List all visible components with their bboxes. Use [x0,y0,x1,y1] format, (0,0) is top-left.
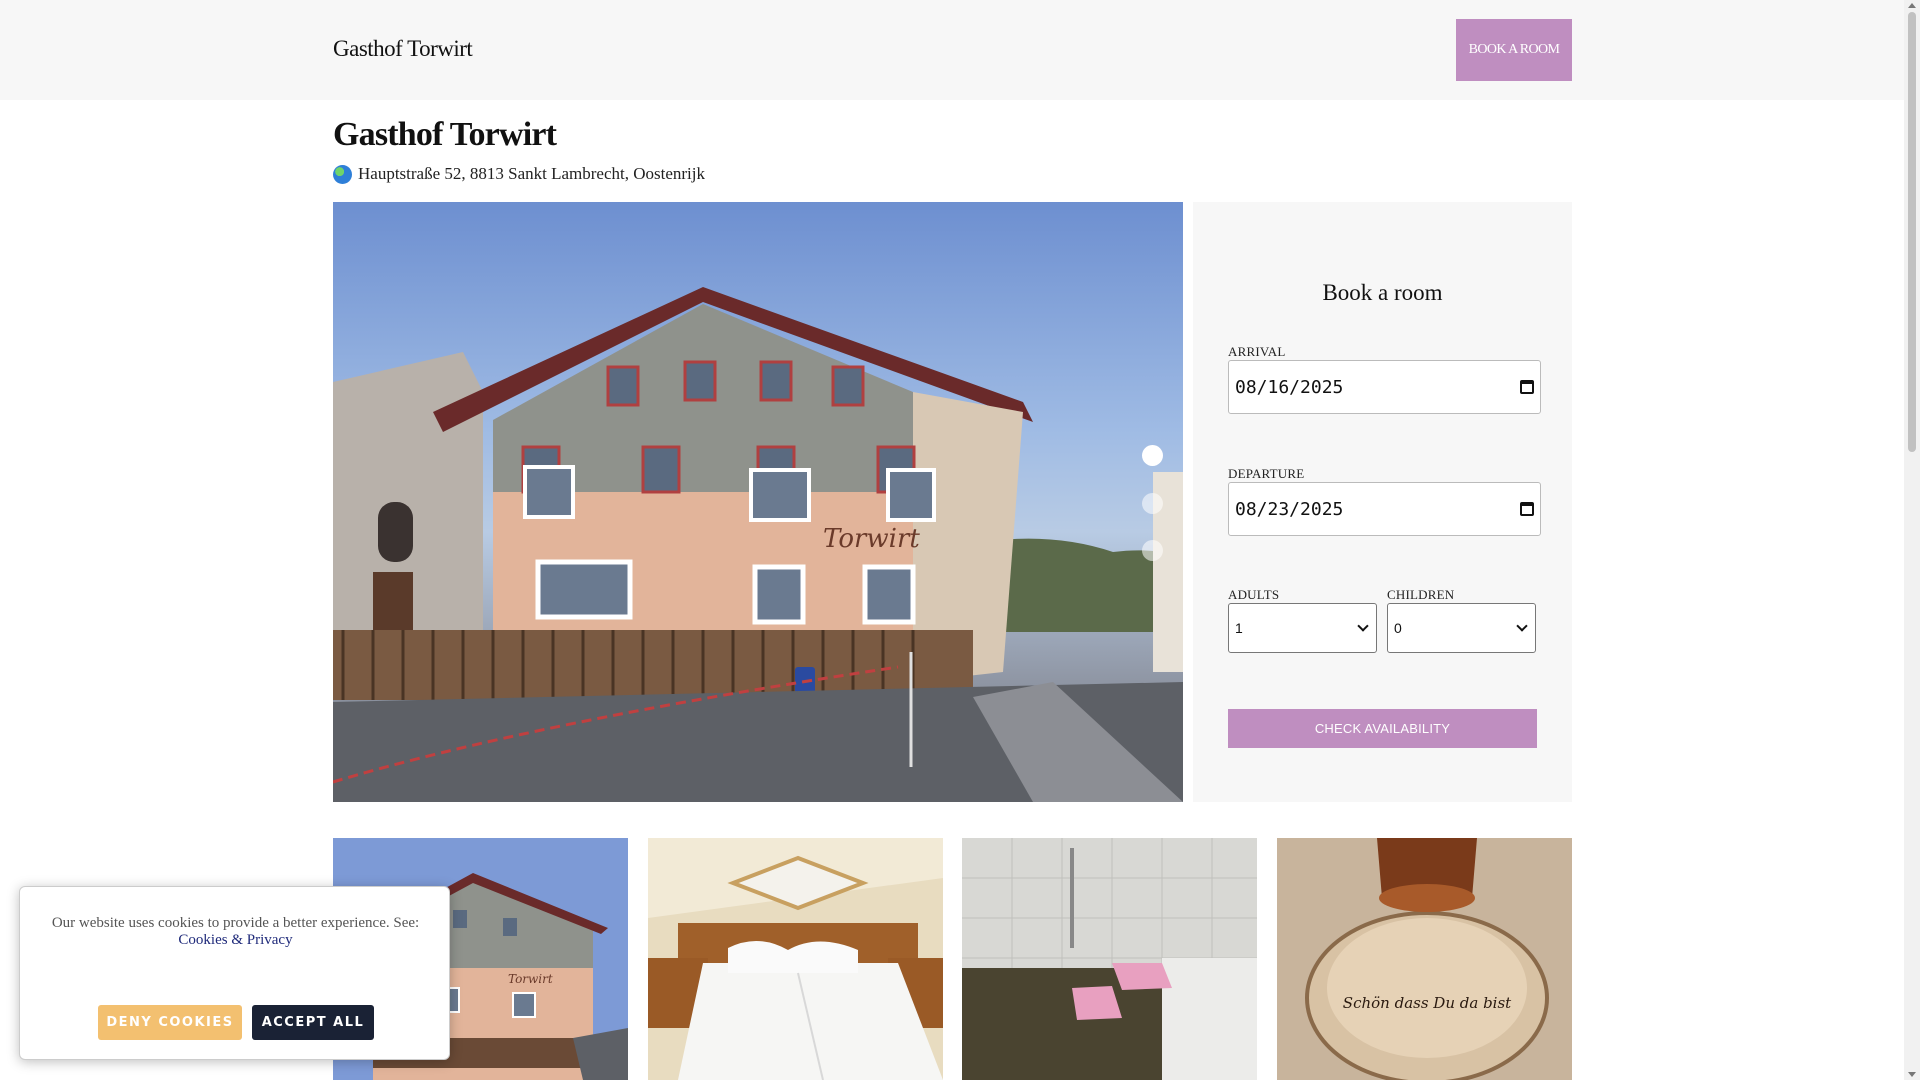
carousel-dot-1[interactable] [1142,445,1163,466]
address-text: Hauptstraße 52, 8813 Sankt Lambrecht, Oo… [358,164,706,183]
gallery-thumb-3[interactable] [962,838,1257,1080]
hotel-facade-photo: Torwirt [333,287,1183,802]
arrival-date-value: 08/16/2025 [1235,376,1344,398]
cookies-privacy-link[interactable]: Cookies & Privacy [178,932,292,948]
thumb-facade-sign-text: Torwirt [508,972,553,986]
cookie-message: Our website uses cookies to provide a be… [40,915,431,949]
children-select[interactable]: 0 [1387,603,1536,653]
children-value: 0 [1394,620,1402,636]
booking-panel: Book a room ARRIVAL 08/16/2025 DEPARTURE… [1193,202,1572,802]
scrollbar-thumb[interactable] [1908,12,1916,452]
departure-label: DEPARTURE [1228,466,1305,481]
hotel-address: Hauptstraße 52, 8813 Sankt Lambrecht, Oo… [333,164,705,184]
cookie-banner: Our website uses cookies to provide a be… [19,886,450,1060]
brand-logo-text[interactable]: Gasthof Torwirt [333,36,473,62]
departure-date-value: 08/23/2025 [1235,498,1344,520]
bathroom-thumb-photo [962,838,1257,1080]
adults-label: ADULTS [1228,587,1280,602]
chevron-down-icon [1357,620,1369,632]
calendar-icon[interactable] [1520,380,1534,394]
gallery-thumb-4[interactable]: Schön dass Du da bist [1277,838,1572,1080]
site-header: Gasthof Torwirt BOOK A ROOM [0,0,1904,100]
chevron-down-icon [1516,620,1528,632]
booking-title: Book a room [1322,280,1443,305]
book-a-room-button[interactable]: BOOK A ROOM [1456,19,1572,81]
adults-value: 1 [1235,620,1243,636]
globe-icon [333,164,352,184]
page-title: Gasthof Torwirt [333,116,557,153]
arrival-date-input[interactable]: 08/16/2025 [1228,360,1541,414]
arrival-label: ARRIVAL [1228,344,1286,359]
deny-cookies-button[interactable]: DENY COOKIES [98,1005,242,1040]
carousel-dot-3[interactable] [1142,540,1163,561]
hero-carousel[interactable]: Torwirt [333,202,1183,802]
calendar-icon[interactable] [1520,502,1534,516]
facade-sign-text: Torwirt [823,524,920,554]
scroll-down-icon[interactable] [1908,1072,1916,1077]
coaster-glass-thumb-photo: Schön dass Du da bist [1277,838,1572,1080]
scroll-up-icon[interactable] [1908,3,1916,8]
gallery-thumb-2[interactable] [648,838,943,1080]
carousel-dot-2[interactable] [1142,493,1163,514]
accept-all-button[interactable]: ACCEPT ALL [252,1005,374,1040]
bedroom-thumb-photo [648,838,943,1080]
cookie-message-text: Our website uses cookies to provide a be… [51,915,420,931]
page-scrollbar[interactable] [1904,0,1920,1080]
departure-date-input[interactable]: 08/23/2025 [1228,482,1541,536]
adults-select[interactable]: 1 [1228,603,1377,653]
children-label: CHILDREN [1387,587,1455,602]
coaster-engraving-text: Schön dass Du da bist [1343,994,1512,1012]
check-availability-button[interactable]: CHECK AVAILABILITY [1228,709,1537,748]
